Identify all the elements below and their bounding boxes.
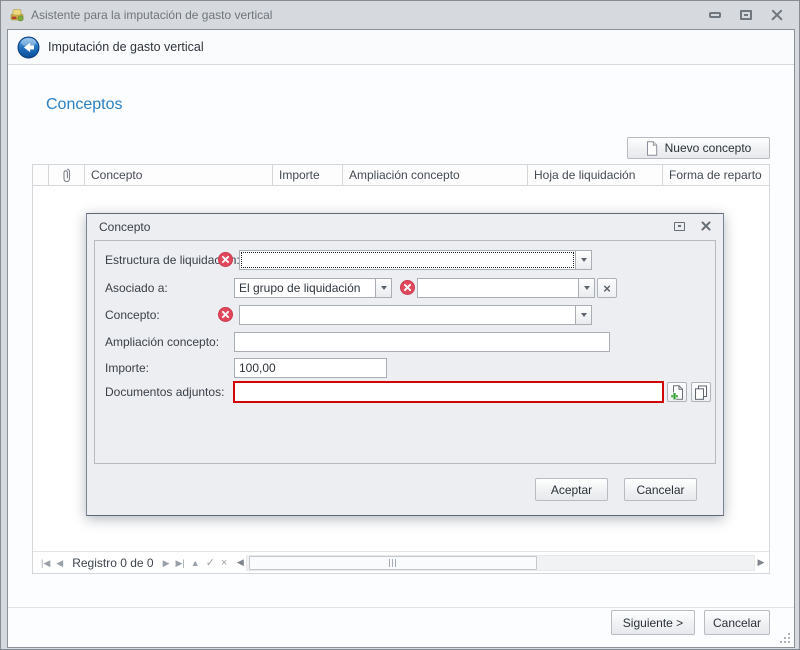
maximize-icon (740, 10, 752, 20)
estructura-dropdown-button[interactable] (575, 251, 591, 269)
new-concept-label: Nuevo concepto (665, 141, 752, 155)
documentos-input[interactable] (233, 381, 664, 403)
asociado-type-dropdown-button[interactable] (375, 279, 391, 297)
maximize-button[interactable] (739, 8, 753, 21)
nav-cancel-button[interactable]: × (218, 553, 230, 573)
asociado-dropdown-button[interactable] (578, 279, 594, 297)
paperclip-icon (62, 168, 72, 183)
wizard-cancel-button[interactable]: Cancelar (704, 610, 770, 635)
importe-input[interactable] (234, 358, 387, 378)
window-titlebar[interactable]: Asistente para la imputación de gasto ve… (2, 1, 798, 29)
documentos-label: Documentos adjuntos: (105, 382, 224, 402)
concepto-dropdown[interactable] (239, 305, 592, 325)
dialog-maximize-button[interactable] (674, 222, 685, 231)
nav-last-button[interactable]: ▶| (173, 553, 188, 573)
nav-commit-button[interactable]: ✓ (203, 553, 218, 573)
asociado-type-combo[interactable]: El grupo de liquidación (234, 278, 392, 298)
copy-icon (694, 385, 708, 400)
chevron-down-icon (584, 286, 590, 290)
add-document-icon (670, 385, 685, 400)
column-header-importe[interactable]: Importe (273, 165, 343, 185)
next-button[interactable]: Siguiente > (611, 610, 695, 635)
ampliacion-label: Ampliación concepto: (105, 332, 219, 352)
concepto-value (240, 306, 575, 324)
resize-grip[interactable] (776, 629, 791, 644)
copy-button[interactable] (691, 382, 711, 402)
ampliacion-input[interactable] (234, 332, 610, 352)
asociado-value (418, 279, 578, 297)
concepto-error-icon (218, 307, 233, 322)
scroll-right-button[interactable]: ▶ (755, 557, 767, 568)
app-icon (9, 7, 25, 23)
nav-first-button[interactable]: |◀ (38, 553, 53, 573)
add-document-button[interactable] (667, 382, 687, 402)
grid-header-row: Concepto Importe Ampliación concepto Hoj… (33, 165, 769, 186)
column-header-ampliacion[interactable]: Ampliación concepto (343, 165, 528, 185)
estructura-dropdown[interactable] (239, 250, 592, 270)
section-title: Conceptos (46, 96, 123, 114)
nav-prev-button[interactable]: ◀ (53, 553, 66, 573)
column-header-hoja[interactable]: Hoja de liquidación (528, 165, 663, 185)
dialog-form-panel (94, 240, 716, 464)
minimize-button[interactable] (708, 8, 722, 21)
asociado-dropdown[interactable] (417, 278, 595, 298)
nav-next-button[interactable]: ▶ (160, 553, 173, 573)
grid-indicator-column (33, 165, 49, 185)
importe-label: Importe: (105, 358, 149, 378)
concept-dialog: Concepto Estructura de liquidación: Asoc… (86, 213, 724, 516)
asociado-clear-button[interactable]: × (597, 278, 617, 298)
chevron-down-icon (381, 286, 387, 290)
chevron-down-icon (581, 313, 587, 317)
column-header-forma[interactable]: Forma de reparto (663, 165, 769, 185)
wizard-window: Asistente para la imputación de gasto ve… (0, 0, 800, 650)
asociado-type-value: El grupo de liquidación (235, 279, 375, 297)
record-navigator: |◀ ◀ Registro 0 de 0 ▶ ▶| ▲ ✓ × ◀ ▶ (33, 551, 769, 573)
column-header-concepto[interactable]: Concepto (85, 165, 273, 185)
asociado-error-icon (400, 280, 415, 295)
page-header: Imputación de gasto vertical (8, 30, 794, 65)
accept-button[interactable]: Aceptar (535, 478, 608, 501)
close-button[interactable] (770, 8, 784, 21)
close-icon (771, 9, 783, 21)
attachment-column-header[interactable] (49, 165, 85, 185)
minimize-icon (709, 12, 721, 18)
new-concept-button[interactable]: Nuevo concepto (627, 137, 770, 159)
page-title: Imputación de gasto vertical (48, 40, 204, 54)
back-button[interactable] (17, 36, 40, 59)
scrollbar-track[interactable] (246, 555, 755, 571)
dialog-cancel-button[interactable]: Cancelar (624, 478, 697, 501)
clear-x-icon: × (603, 281, 611, 296)
window-title: Asistente para la imputación de gasto ve… (31, 8, 272, 22)
dialog-close-button[interactable] (701, 221, 711, 231)
nav-append-button[interactable]: ▲ (188, 553, 203, 573)
horizontal-scrollbar: ◀ ▶ (234, 554, 767, 571)
chevron-down-icon (581, 258, 587, 262)
estructura-value (240, 251, 575, 269)
scrollbar-thumb[interactable] (249, 556, 537, 570)
asociado-label: Asociado a: (105, 278, 168, 298)
new-document-icon (646, 141, 658, 156)
scrollbar-grip-icon (389, 559, 398, 567)
footer-separator (8, 607, 794, 608)
estructura-error-icon (218, 252, 233, 267)
concepto-label: Concepto: (105, 305, 160, 325)
scroll-left-button[interactable]: ◀ (234, 557, 246, 568)
concepto-dropdown-button[interactable] (575, 306, 591, 324)
dialog-title: Concepto (99, 220, 150, 234)
record-count-text: Registro 0 de 0 (66, 556, 159, 570)
